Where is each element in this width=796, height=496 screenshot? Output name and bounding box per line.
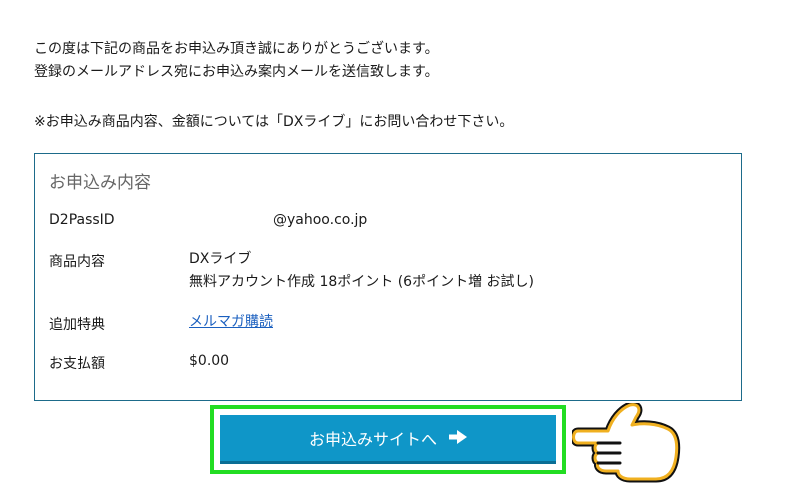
value-d2passid: @yahoo.co.jp: [273, 212, 368, 228]
value-bonus: メルマガ購読: [189, 311, 273, 334]
pointing-hand-icon: [570, 401, 694, 483]
apply-site-button-label: お申込みサイトへ: [308, 430, 437, 449]
value-payment: $0.00: [189, 353, 230, 369]
value-product: DXライブ 無料アカウント作成 18ポイント (6ポイント増 お試し): [189, 248, 534, 294]
label-d2passid: D2PassID: [49, 212, 115, 228]
details-title: お申込み内容: [49, 173, 151, 193]
intro-line-1: この度は下記の商品をお申込み頂き誠にありがとうございます。: [34, 41, 439, 57]
application-details-box: お申込み内容 D2PassID @yahoo.co.jp 商品内容 DXライブ …: [34, 153, 742, 401]
page: この度は下記の商品をお申込み頂き誠にありがとうございます。 登録のメールアドレス…: [0, 0, 796, 496]
intro-message: この度は下記の商品をお申込み頂き誠にありがとうございます。 登録のメールアドレス…: [34, 38, 439, 84]
contact-note: ※お申込み商品内容、金額については「DXライブ」にお問い合わせ下さい。: [34, 114, 514, 130]
product-name: DXライブ: [189, 251, 252, 267]
arrow-right-icon: [449, 429, 467, 448]
button-highlight: お申込みサイトへ: [210, 405, 566, 474]
label-bonus: 追加特典: [49, 317, 105, 333]
newsletter-link[interactable]: メルマガ購読: [189, 314, 273, 330]
label-payment: お支払額: [49, 356, 105, 372]
intro-line-2: 登録のメールアドレス宛にお申込み案内メールを送信致します。: [34, 64, 439, 80]
product-description: 無料アカウント作成 18ポイント (6ポイント増 お試し): [189, 274, 534, 290]
apply-site-button[interactable]: お申込みサイトへ: [220, 415, 556, 464]
label-product: 商品内容: [49, 254, 105, 270]
